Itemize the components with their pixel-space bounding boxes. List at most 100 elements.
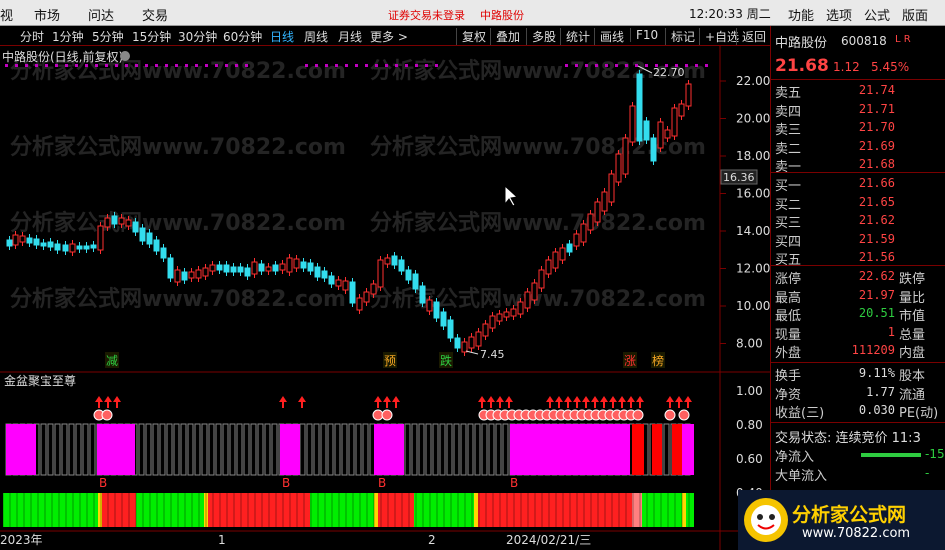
adjust-button[interactable]: 复权 [456,28,486,45]
quote-row-value: 111209 [851,343,895,358]
marker-dot [395,64,398,67]
marker-dot [135,64,138,67]
indicator-bar [467,423,474,476]
candle-body [594,201,601,223]
period-60min[interactable]: 60分钟 [223,28,262,45]
candle-body [321,270,328,279]
menu-market[interactable]: 市场 [34,5,60,24]
period-monthly[interactable]: 月线 [338,28,362,45]
multi-stock-button[interactable]: 多股 [526,28,556,45]
indicator-bar [166,423,173,476]
chart-area[interactable]: 分析家公式网www.70822.com 分析家公式网www.70822.com 分析… [0,46,770,550]
quote-row-value: 21.62 [858,213,895,228]
indicator-bar [306,423,313,476]
candle-body [391,255,398,266]
candle-body [685,83,692,107]
marker-dot [125,64,128,67]
tab-function[interactable]: 功能 [788,5,814,24]
candle-body [195,269,202,279]
quote-row: 卖五 21.74 [775,82,945,101]
watermark-text: 分析家公式网www.70822.com [370,210,706,236]
indicator-bar [299,423,306,476]
quote-row-value: 21.56 [858,250,895,265]
marker-dot [245,64,248,67]
price-label: 14.00 [736,224,770,238]
price-label: 10.00 [736,299,770,313]
marker-dot [35,64,38,67]
quote-row-label: 净资 [775,387,802,403]
candle-body [83,245,90,250]
back-button[interactable]: 返回 [736,28,766,45]
quote-row: 现量 1 总量 [775,324,945,343]
login-notice[interactable]: 证券交易未登录 [388,7,465,23]
period-30min[interactable]: 30分钟 [178,28,217,45]
quote-row: 净资 1.77 流通 [775,384,945,403]
tab-layout[interactable]: 版面 [902,5,928,24]
buy-arrow-icon [392,396,400,408]
candle-body [559,247,566,261]
quote-panel: 中路股份 600818 L R 21.68 1.12 5.45% 卖五 21.74… [770,26,945,550]
candle-body [447,319,454,339]
indicator-bar [362,423,369,476]
date-label: 1 [218,533,226,547]
quote-row-label: 买四 [775,234,802,250]
candle-body [307,262,314,272]
candle-body [636,73,643,142]
overlay-button[interactable]: 叠加 [490,28,520,45]
indicator-bar [75,423,82,476]
indicator-bar [208,423,215,476]
period-intraday[interactable]: 分时 [20,28,44,45]
period-weekly[interactable]: 周线 [304,28,328,45]
quote-name: 中路股份 [775,36,828,51]
indicator-bar [257,423,264,476]
strip-segment [374,493,378,527]
candle-body [237,266,244,273]
menu-view[interactable]: 视 [0,5,13,24]
marker-dot [185,64,188,67]
marker-dot [65,64,68,67]
candle-body [496,313,503,322]
period-15min[interactable]: 15分钟 [132,28,171,45]
strip-segment [102,493,136,527]
indicator-bar [243,423,250,476]
candle-body [573,233,580,247]
marker-dot [425,64,428,67]
menu-trade[interactable]: 交易 [142,5,168,24]
quote-pct: 5.45% [871,60,910,74]
candle-body [489,315,496,329]
quote-row: 买一 21.66 [775,175,945,194]
quote-row-label2: 内盘 [899,346,926,362]
marker-dot [415,64,418,67]
buy-label: B [378,476,386,490]
stats-button[interactable]: 统计 [560,28,590,45]
tab-options[interactable]: 选项 [826,5,852,24]
candle-body [12,234,19,246]
add-watchlist-button[interactable]: +自选 [699,28,739,45]
signal-label: 预 [384,354,396,368]
period-1min[interactable]: 1分钟 [52,28,84,45]
mark-button[interactable]: 标记 [665,28,695,45]
candle-body [566,243,573,253]
quote-row-label: 收益(三) [775,406,825,422]
price-axis: 22.00 20.00 18.00 16.00 14.00 12.00 10.00 8.00 [720,74,770,351]
indicator-bar [425,423,432,476]
candle-body [76,245,83,250]
indicator-fill-red [632,424,644,475]
period-5min[interactable]: 5分钟 [92,28,124,45]
tab-formula[interactable]: 公式 [864,5,890,24]
candle-body [552,251,559,269]
menu-wenda[interactable]: 问达 [88,5,114,24]
indicator-bar [271,423,278,476]
settings-icon[interactable] [120,51,130,61]
draw-line-button[interactable]: 画线 [594,28,624,45]
f10-button[interactable]: F10 [630,28,658,42]
candle-body [664,129,671,139]
period-daily[interactable]: 日线 [270,28,294,45]
candle-body [19,235,26,243]
candle-body [524,291,531,309]
candle-body [461,341,468,353]
period-more[interactable]: 更多 > [370,28,408,45]
buy-arrow-icon [478,396,486,408]
candle-body [132,221,139,233]
marker-dot [385,64,388,67]
